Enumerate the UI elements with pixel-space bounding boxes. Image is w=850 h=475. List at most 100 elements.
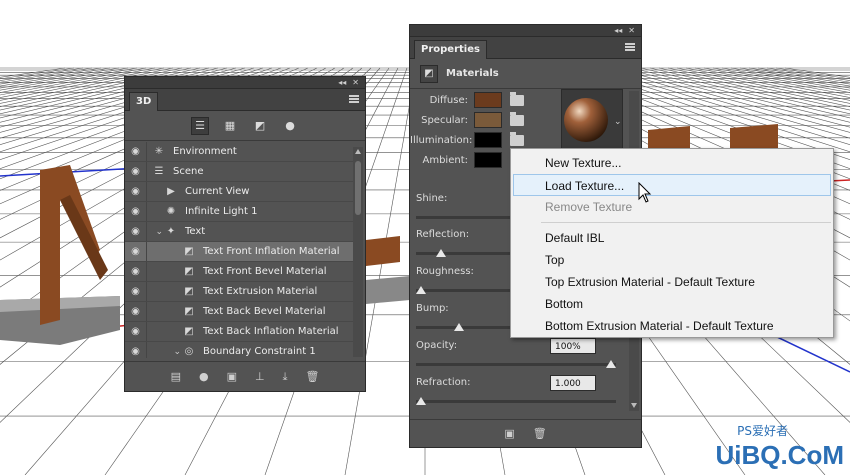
layer-label: Text Back Inflation Material xyxy=(203,326,339,337)
move-to-ground-icon[interactable]: ⤓ xyxy=(283,370,288,384)
3d-filter-toolbar: ☰ ▦ ◩ ● xyxy=(125,111,365,141)
diffuse-swatch[interactable] xyxy=(474,92,502,108)
menu-item[interactable]: Bottom xyxy=(511,293,833,315)
layer-scrollbar[interactable] xyxy=(353,147,363,357)
eye-icon[interactable]: ◉ xyxy=(125,282,147,301)
specular-label: Specular: xyxy=(421,114,468,126)
menu-item[interactable]: Load Texture... xyxy=(513,174,831,196)
refraction-knob[interactable] xyxy=(416,397,426,405)
expand-chevron-icon[interactable]: ⌄ xyxy=(147,347,181,357)
specular-swatch[interactable] xyxy=(474,112,502,128)
eye-icon[interactable]: ◉ xyxy=(125,202,147,221)
close-icon[interactable]: ✕ xyxy=(628,26,635,35)
layer-label: Scene xyxy=(173,166,204,177)
layer-label: Text Back Bevel Material xyxy=(203,306,326,317)
diffuse-label: Diffuse: xyxy=(429,94,468,106)
lights-filter-icon[interactable]: ● xyxy=(281,117,299,135)
scene-icon: ☰ xyxy=(154,166,164,177)
layer-label: Current View xyxy=(185,186,250,197)
illumination-swatch[interactable] xyxy=(474,132,502,148)
folder-icon[interactable] xyxy=(510,111,524,126)
render-icon[interactable]: ▣ xyxy=(504,427,514,440)
menu-item[interactable]: Bottom Extrusion Material - Default Text… xyxy=(511,315,833,337)
opacity-knob[interactable] xyxy=(606,360,616,368)
panel-topbar: ◂◂ ✕ xyxy=(410,25,641,37)
material-preview-sphere[interactable]: ⌄ xyxy=(561,89,623,149)
opacity-label: Opacity: xyxy=(416,340,458,351)
menu-item[interactable]: Top xyxy=(511,249,833,271)
menu-item[interactable]: Top Extrusion Material - Default Texture xyxy=(511,271,833,293)
layer-row[interactable]: ◉ ◩ Text Back Bevel Material xyxy=(125,302,353,322)
scroll-up-icon[interactable] xyxy=(355,149,361,154)
ambient-label: Ambient: xyxy=(422,154,469,166)
material-icon: ◩ xyxy=(184,326,194,337)
trash-icon[interactable]: 🗑 xyxy=(305,370,319,383)
meshes-filter-icon[interactable]: ▦ xyxy=(221,117,239,135)
3d-layer-list: ◉ ✳ Environment ◉ ☰ Scene ◉ ▶ Current View ◉ ✺ Infi… xyxy=(125,142,353,358)
layer-row[interactable]: ◉ ✺ Infinite Light 1 xyxy=(125,202,353,222)
eye-icon[interactable]: ◉ xyxy=(125,302,147,321)
materials-filter-icon[interactable]: ◩ xyxy=(251,117,269,135)
scroll-down-icon[interactable] xyxy=(631,403,637,408)
reflection-knob[interactable] xyxy=(436,249,446,257)
refraction-label: Refraction: xyxy=(416,377,471,388)
layer-row[interactable]: ◉ ☰ Scene xyxy=(125,162,353,182)
drop-to-plane-icon[interactable]: ⊥ xyxy=(255,370,265,383)
roughness-knob[interactable] xyxy=(416,286,426,294)
eye-icon[interactable]: ◉ xyxy=(125,262,147,281)
layer-row[interactable]: ◉ ◩ Text Back Inflation Material xyxy=(125,322,353,342)
constraint-icon: ◎ xyxy=(184,346,194,357)
layer-row[interactable]: ◉ ⌄ ◎ Boundary Constraint 1 xyxy=(125,342,353,358)
folder-icon[interactable] xyxy=(510,91,524,106)
panel-tabrow: Properties xyxy=(410,37,641,59)
trash-icon[interactable]: 🗑 xyxy=(533,427,547,440)
whole-scene-filter-icon[interactable]: ☰ xyxy=(191,116,209,135)
material-icon: ◩ xyxy=(184,266,194,277)
eye-icon[interactable]: ◉ xyxy=(125,142,147,161)
collapse-icon[interactable]: ◂◂ xyxy=(338,78,346,87)
refraction-slider[interactable]: Refraction: xyxy=(416,377,636,405)
panel-menu-icon[interactable] xyxy=(349,95,359,103)
eye-icon[interactable]: ◉ xyxy=(125,162,147,181)
expand-chevron-icon[interactable]: ⌄ xyxy=(147,227,163,237)
add-object-icon[interactable]: ▣ xyxy=(227,370,237,383)
watermark-subtitle: PS爱好者 xyxy=(737,424,788,438)
texture-context-menu: New Texture... Load Texture... Remove Text… xyxy=(510,148,834,338)
layer-row[interactable]: ◉ ⌄ ✦ Text xyxy=(125,222,353,242)
material-icon: ◩ xyxy=(420,64,438,83)
layer-label: Text Extrusion Material xyxy=(203,286,318,297)
opacity-value-field[interactable]: 100% xyxy=(550,338,596,354)
ambient-swatch[interactable] xyxy=(474,152,502,168)
materials-title: Materials xyxy=(446,68,499,79)
layer-row[interactable]: ◉ ▶ Current View xyxy=(125,182,353,202)
eye-icon[interactable]: ◉ xyxy=(125,182,147,201)
layer-row[interactable]: ◉ ◩ Text Extrusion Material xyxy=(125,282,353,302)
render-icon[interactable]: ▤ xyxy=(171,370,181,383)
tab-3d[interactable]: 3D xyxy=(129,92,159,111)
svg-text:⌄: ⌄ xyxy=(614,117,622,127)
layer-row[interactable]: ◉ ◩ Text Front Bevel Material xyxy=(125,262,353,282)
scroll-thumb[interactable] xyxy=(355,161,361,215)
layer-row[interactable]: ◉ ◩ Text Front Inflation Material xyxy=(125,242,353,262)
eye-icon[interactable]: ◉ xyxy=(125,342,147,358)
tab-properties[interactable]: Properties xyxy=(414,40,487,59)
close-icon[interactable]: ✕ xyxy=(352,78,359,87)
camera-icon: ▶ xyxy=(167,186,175,197)
mesh-icon: ✦ xyxy=(166,226,176,237)
collapse-icon[interactable]: ◂◂ xyxy=(614,26,622,35)
layer-row[interactable]: ◉ ✳ Environment xyxy=(125,142,353,162)
add-light-icon[interactable]: ● xyxy=(199,370,209,383)
bump-knob[interactable] xyxy=(454,323,464,331)
menu-item[interactable]: New Texture... xyxy=(511,152,833,174)
menu-item[interactable]: Default IBL xyxy=(511,227,833,249)
folder-icon[interactable] xyxy=(510,131,524,146)
eye-icon[interactable]: ◉ xyxy=(125,322,147,341)
watermark: UiBQ.CoM xyxy=(715,440,844,470)
eye-icon[interactable]: ◉ xyxy=(125,222,147,241)
layer-label: Text Front Bevel Material xyxy=(203,266,327,277)
opacity-slider[interactable]: Opacity: xyxy=(416,340,636,368)
refraction-value-field[interactable]: 1.000 xyxy=(550,375,596,391)
material-icon: ◩ xyxy=(184,246,194,257)
eye-icon[interactable]: ◉ xyxy=(125,242,147,261)
panel-menu-icon[interactable] xyxy=(625,43,635,51)
